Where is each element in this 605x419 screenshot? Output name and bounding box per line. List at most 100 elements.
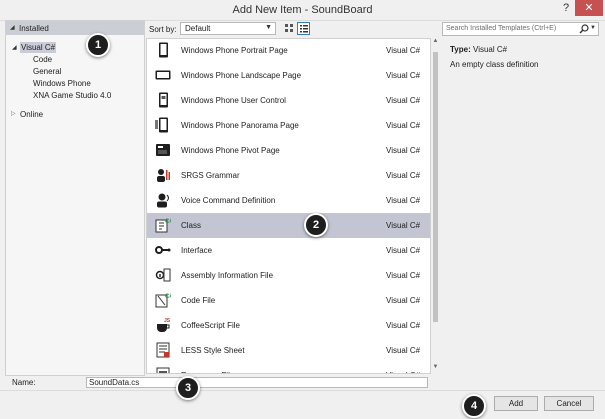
template-name: Assembly Information File (181, 271, 274, 280)
less-stylesheet-icon (155, 342, 171, 358)
template-name: Code File (181, 296, 216, 305)
template-name: Windows Phone Pivot Page (181, 146, 280, 155)
dialog-button-bar: Add Cancel (0, 390, 605, 419)
template-row[interactable]: LESS Style Sheet Visual C# (147, 338, 430, 363)
template-toolbar: Sort by: Default ▼ (146, 20, 438, 38)
template-name: Resources File (181, 371, 234, 373)
template-language: Visual C# (386, 371, 420, 373)
sort-by-label: Sort by: (149, 25, 177, 34)
voice-command-icon (155, 192, 171, 208)
search-icon[interactable] (579, 24, 589, 34)
scroll-thumb[interactable] (433, 52, 438, 322)
title-bar: Add New Item - SoundBoard ? ✕ (0, 0, 605, 21)
tree-item-windows-phone[interactable]: Windows Phone (33, 79, 91, 88)
coffeescript-icon: JS (155, 317, 171, 333)
template-language: Visual C# (386, 296, 421, 305)
cancel-button[interactable]: Cancel (544, 396, 594, 411)
template-list: Windows Phone Portrait Page Visual C# Wind… (146, 38, 431, 374)
tree-node-online[interactable]: Online (20, 110, 43, 119)
interface-icon (155, 242, 171, 258)
template-name: Interface (181, 246, 213, 255)
template-row[interactable]: Windows Phone Landscape Page Visual C# (147, 63, 430, 88)
srgs-grammar-icon (155, 167, 171, 183)
class-icon: C# (155, 217, 173, 233)
template-language: Visual C# (386, 121, 421, 130)
template-language: Visual C# (386, 271, 421, 280)
template-row[interactable]: Interface Visual C# (147, 238, 430, 263)
tree-item-xna-game-studio[interactable]: XNA Game Studio 4.0 (33, 91, 111, 100)
template-row[interactable]: Resources File Visual C# (147, 363, 430, 373)
tree-item-general[interactable]: General (33, 67, 61, 76)
search-options-dropdown-icon[interactable]: ▼ (590, 25, 596, 31)
template-row[interactable]: Windows Phone Portrait Page Visual C# (147, 39, 430, 63)
code-file-icon: C# (155, 292, 173, 308)
template-language: Visual C# (386, 246, 421, 255)
sort-by-value: Default (185, 24, 211, 33)
callout-marker-3: 3 (176, 376, 200, 400)
template-language: Visual C# (386, 221, 421, 230)
expanded-triangle-icon[interactable]: ◢ (10, 24, 15, 31)
template-row[interactable]: C# Class Visual C# (147, 213, 430, 238)
template-name: Windows Phone User Control (181, 96, 286, 105)
tree-node-installed[interactable]: ◢ Installed (6, 21, 144, 35)
template-language: Visual C# (386, 96, 421, 105)
svg-text:JS: JS (164, 318, 171, 324)
template-row[interactable]: Voice Command Definition Visual C# (147, 188, 430, 213)
type-value: Visual C# (473, 45, 508, 54)
collapsed-triangle-icon[interactable]: ▷ (11, 110, 16, 117)
template-details-panel: Type: Visual C# An empty class definitio… (442, 38, 599, 374)
type-label: Type: (450, 45, 471, 54)
template-language: Visual C# (386, 321, 421, 330)
template-language: Visual C# (386, 146, 421, 155)
callout-marker-4: 4 (462, 394, 486, 418)
template-row[interactable]: JS CoffeeScript File Visual C# (147, 313, 430, 338)
template-row[interactable]: Windows Phone Panorama Page Visual C# (147, 113, 430, 138)
template-row[interactable]: Windows Phone Pivot Page Visual C# (147, 138, 430, 163)
assembly-info-icon (155, 267, 171, 283)
search-templates-box[interactable]: Search Installed Templates (Ctrl+E) ▼ (442, 22, 599, 36)
template-name: Windows Phone Panorama Page (181, 121, 299, 130)
template-name: SRGS Grammar (181, 171, 240, 180)
search-input[interactable]: Search Installed Templates (Ctrl+E) (446, 25, 556, 32)
resources-file-icon (155, 367, 171, 373)
sort-by-select[interactable]: Default ▼ (180, 22, 276, 35)
name-input[interactable] (86, 377, 428, 388)
expanded-triangle-icon[interactable]: ◢ (12, 44, 17, 51)
tree-item-code[interactable]: Code (33, 55, 52, 64)
template-row[interactable]: Assembly Information File Visual C# (147, 263, 430, 288)
category-tree: ◢ Installed ◢ Visual C# Code General Win… (5, 20, 145, 376)
window-title: Add New Item - SoundBoard (232, 4, 373, 16)
template-language: Visual C# (386, 346, 421, 355)
tree-label-visual-csharp: Visual C# (21, 43, 56, 52)
user-control-icon (155, 92, 171, 108)
template-row[interactable]: C# Code File Visual C# (147, 288, 430, 313)
template-row[interactable]: SRGS Grammar Visual C# (147, 163, 430, 188)
portrait-page-icon (155, 42, 171, 58)
callout-marker-1: 1 (86, 33, 110, 57)
template-name: LESS Style Sheet (181, 346, 245, 355)
pivot-page-icon (155, 142, 171, 158)
template-language: Visual C# (386, 196, 421, 205)
svg-text:C#: C# (165, 219, 171, 225)
template-name: Voice Command Definition (181, 196, 276, 205)
template-list-scrollbar[interactable]: ▲ ▼ (431, 38, 440, 374)
template-row[interactable]: Windows Phone User Control Visual C# (147, 88, 430, 113)
medium-icons-view-icon[interactable] (284, 23, 295, 34)
template-name: Windows Phone Landscape Page (181, 71, 302, 80)
template-language: Visual C# (386, 71, 421, 80)
close-button[interactable]: ✕ (575, 0, 603, 16)
scroll-down-arrow-icon[interactable]: ▼ (431, 364, 440, 374)
list-view-icon[interactable] (297, 22, 310, 35)
template-name: CoffeeScript File (181, 321, 240, 330)
help-button[interactable]: ? (560, 2, 572, 16)
add-button[interactable]: Add (494, 396, 538, 411)
panorama-page-icon (155, 117, 171, 133)
template-name: Windows Phone Portrait Page (181, 46, 288, 55)
svg-text:C#: C# (165, 294, 171, 300)
template-language: Visual C# (386, 46, 421, 55)
landscape-page-icon (155, 67, 171, 83)
chevron-down-icon: ▼ (265, 24, 272, 31)
template-language: Visual C# (386, 171, 421, 180)
name-label: Name: (12, 378, 36, 387)
scroll-up-arrow-icon[interactable]: ▲ (431, 38, 440, 48)
